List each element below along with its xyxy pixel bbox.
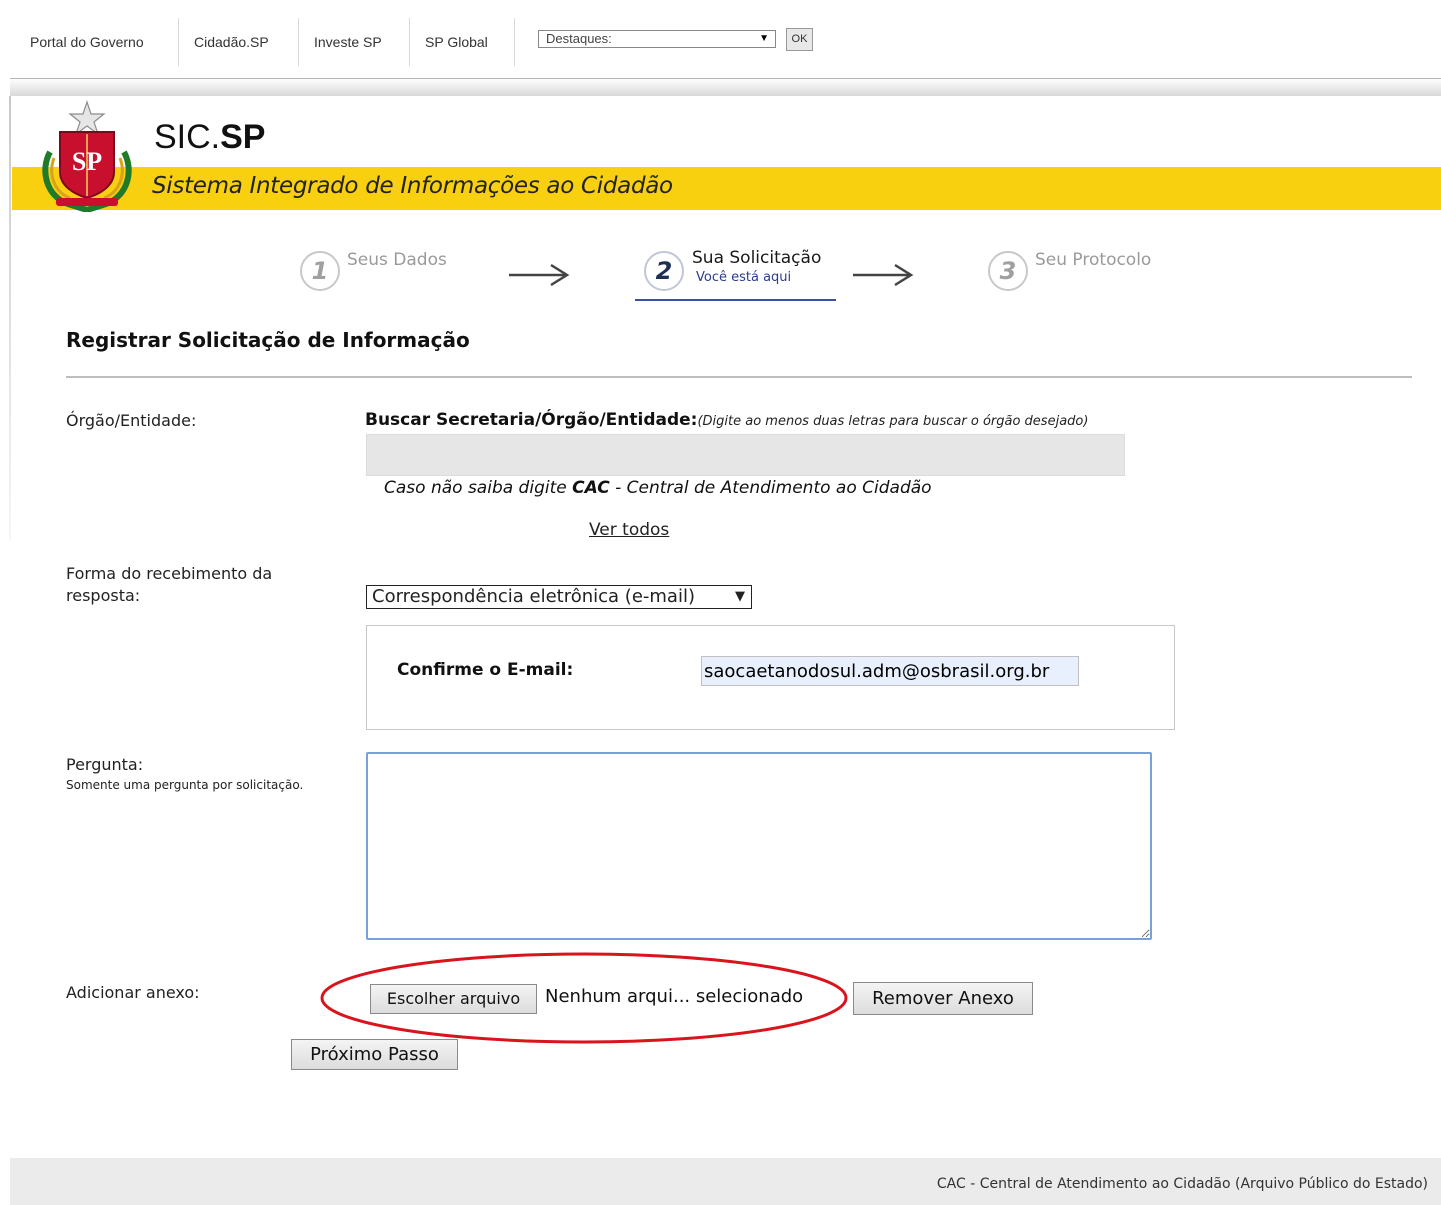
buscar-hint: (Digite ao menos duas letras para buscar…	[697, 414, 1089, 429]
orgao-search-input[interactable]	[366, 434, 1125, 476]
cac-hint-bold: CAC	[572, 478, 610, 498]
forma-recebimento-label: Forma do recebimento da resposta:	[66, 564, 273, 605]
destaques-select[interactable]: Destaques: ▼	[538, 30, 776, 48]
orgao-label: Órgão/Entidade:	[66, 411, 197, 430]
divider	[66, 376, 1412, 378]
confirm-email-panel: Confirme o E-mail:	[366, 625, 1175, 730]
page-title: Registrar Solicitação de Informação	[66, 328, 470, 352]
divider	[178, 18, 179, 66]
buscar-label: Buscar Secretaria/Órgão/Entidade:(Digite…	[365, 410, 1088, 430]
chevron-down-icon: ▼	[759, 33, 769, 44]
divider	[298, 18, 299, 66]
divider	[409, 18, 410, 66]
chevron-down-icon: ▼	[735, 589, 745, 604]
destaques-select-value: Destaques:	[546, 31, 612, 46]
ver-todos-link[interactable]: Ver todos	[589, 520, 669, 540]
remove-attachment-button[interactable]: Remover Anexo	[853, 982, 1033, 1015]
brand-suffix: SP	[220, 118, 266, 156]
cac-hint: Caso não saiba digite CAC - Central de A…	[384, 478, 932, 498]
bar-shadow	[10, 78, 1441, 96]
divider	[514, 18, 515, 66]
step-3-label: Seu Protocolo	[1035, 250, 1152, 270]
step-2-number: 2	[644, 251, 684, 291]
step-2-label: Sua Solicitação	[692, 248, 822, 268]
anexo-label: Adicionar anexo:	[66, 983, 200, 1002]
step-1-number: 1	[300, 251, 340, 291]
pergunta-sublabel: Somente uma pergunta por solicitação.	[66, 778, 304, 792]
link-sp-global[interactable]: SP Global	[425, 34, 488, 50]
buscar-label-text: Buscar Secretaria/Órgão/Entidade:	[365, 410, 698, 430]
arrow-right-icon	[853, 263, 914, 287]
pergunta-label: Pergunta:	[66, 755, 144, 774]
next-step-button[interactable]: Próximo Passo	[291, 1039, 458, 1070]
brand-title: SIC.SP	[154, 118, 265, 157]
cac-hint-post: - Central de Atendimento ao Cidadão	[609, 478, 932, 498]
step-3-number: 3	[988, 251, 1028, 291]
ok-button[interactable]: OK	[786, 28, 813, 51]
highlight-ellipse	[320, 952, 848, 1044]
forma-recebimento-value: Correspondência eletrônica (e-mail)	[372, 586, 695, 607]
logo-letters: SP	[72, 147, 102, 176]
arrow-right-icon	[509, 263, 570, 287]
pergunta-textarea[interactable]	[366, 752, 1152, 940]
brand-prefix: SIC.	[154, 118, 221, 156]
link-cidadao-sp[interactable]: Cidadão.SP	[194, 34, 269, 50]
forma-recebimento-select[interactable]: Correspondência eletrônica (e-mail) ▼	[366, 585, 752, 609]
link-portal-do-governo[interactable]: Portal do Governo	[30, 34, 144, 50]
step-2-sublabel: Você está aqui	[696, 270, 792, 285]
page-left-edge	[9, 96, 11, 541]
link-investe-sp[interactable]: Investe SP	[314, 34, 382, 50]
footer: CAC - Central de Atendimento ao Cidadão …	[10, 1158, 1441, 1205]
sp-coat-of-arms-logo: SP	[42, 100, 132, 212]
footer-text: CAC - Central de Atendimento ao Cidadão …	[936, 1176, 1428, 1192]
active-step-underline	[635, 299, 836, 301]
step-1-label: Seus Dados	[347, 250, 447, 270]
brand-tagline: Sistema Integrado de Informações ao Cida…	[152, 173, 673, 199]
confirm-email-field[interactable]	[701, 656, 1079, 686]
divider	[10, 78, 1441, 79]
confirm-email-label: Confirme o E-mail:	[397, 660, 574, 680]
cac-hint-pre: Caso não saiba digite	[384, 478, 573, 498]
gov-top-bar: Portal do Governo Cidadão.SP Investe SP …	[0, 0, 1441, 96]
